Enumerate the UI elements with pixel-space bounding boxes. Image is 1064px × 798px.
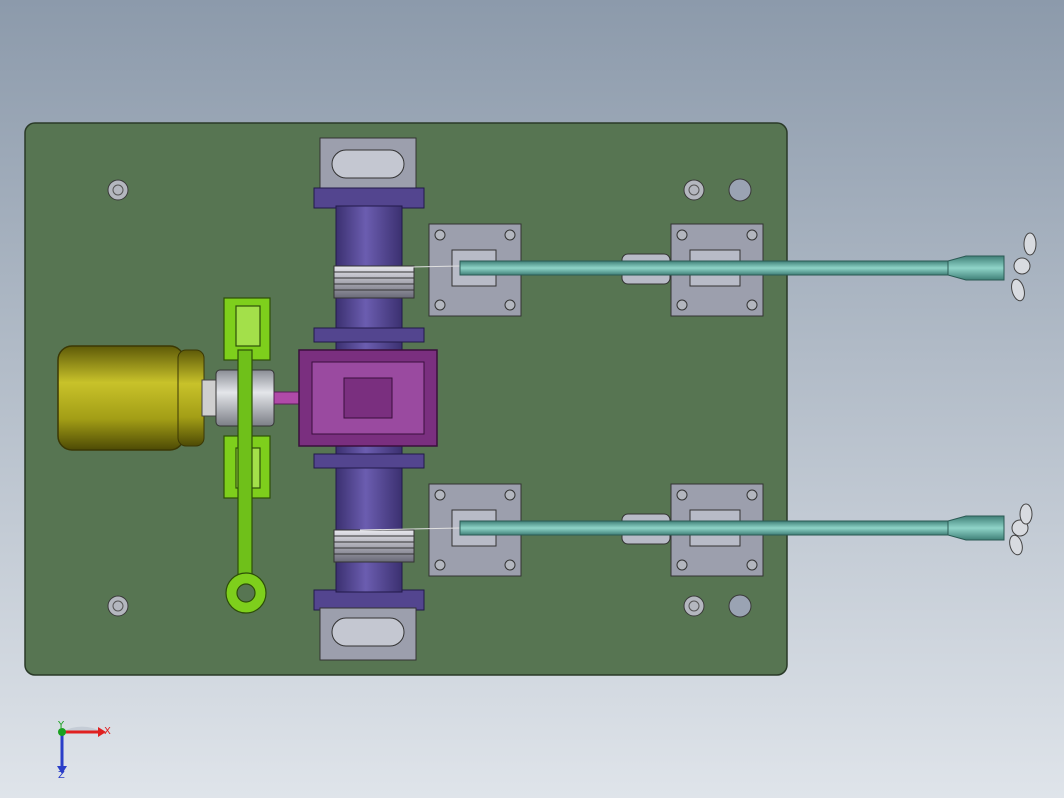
cable-drum-top[interactable] [333,265,415,299]
bolt-hex-icon [107,595,129,617]
electric-motor[interactable] [57,345,217,451]
z-axis-label: Z [58,770,65,781]
top-bearing-block[interactable] [313,137,425,209]
x-axis-label: X [104,726,111,737]
bolt-hole [728,594,752,618]
y-axis-label: Y [57,720,65,731]
bolt-hex-icon [107,179,129,201]
bolt-hole [728,178,752,202]
bottom-bearing-block[interactable] [313,589,425,661]
bolt-hex-icon [683,595,705,617]
cad-viewport[interactable]: X Y Z [0,0,1064,798]
bolt-hex-icon [683,179,705,201]
gearbox[interactable] [298,349,438,447]
cable-drum-bottom[interactable] [333,529,415,563]
